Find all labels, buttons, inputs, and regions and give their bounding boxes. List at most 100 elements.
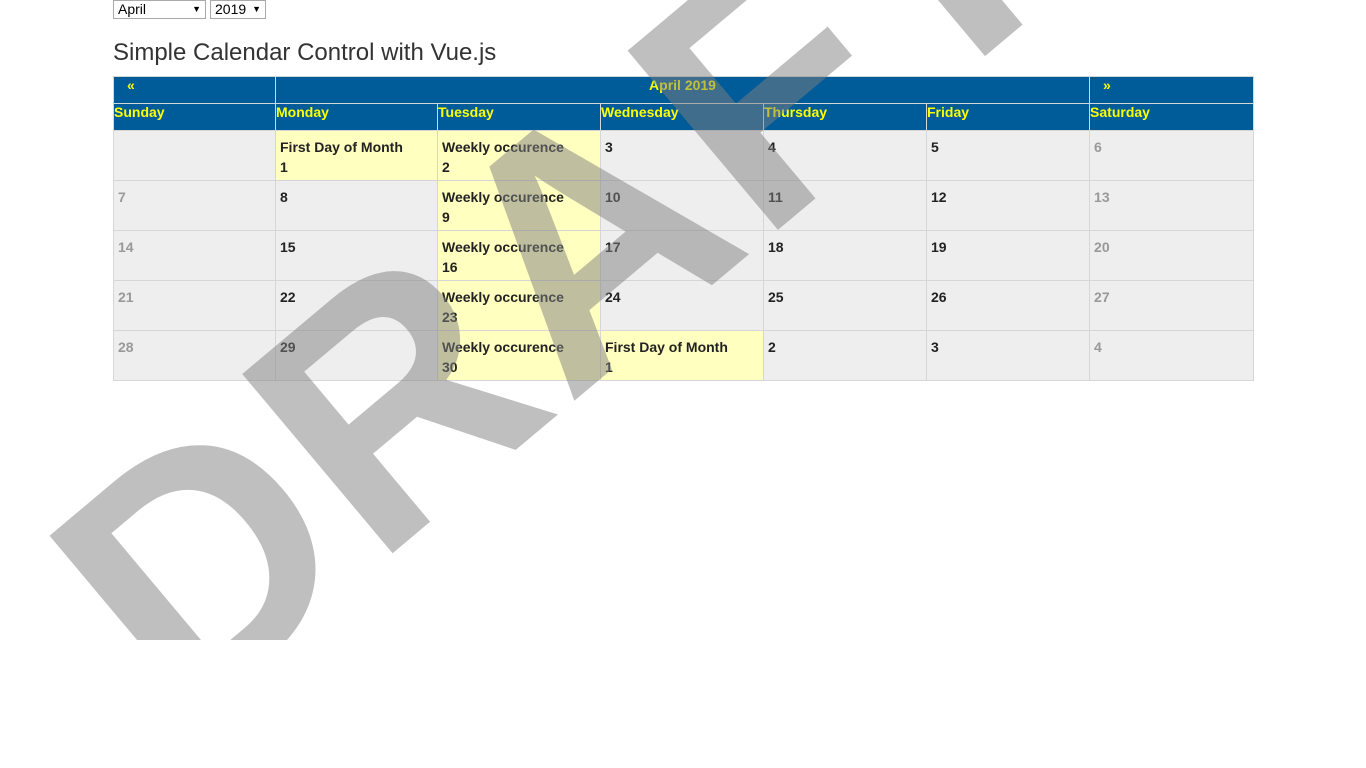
weekday-header-sunday: Sunday — [113, 103, 276, 131]
day-number: 4 — [1094, 339, 1102, 355]
day-cell[interactable]: 2 — [763, 330, 927, 381]
day-number: 26 — [931, 289, 947, 305]
chevron-down-icon: ▼ — [192, 4, 201, 14]
day-number: 11 — [768, 189, 783, 205]
calendar-week-row: 7 8 Weekly occurence 9 10 11 12 13 — [113, 180, 1255, 231]
day-cell[interactable]: 10 — [600, 180, 764, 231]
day-cell[interactable]: First Day of Month 1 — [275, 130, 438, 181]
day-number: 1 — [280, 159, 288, 175]
month-year-heading: April 2019 — [274, 76, 1091, 104]
day-cell[interactable]: 4 — [763, 130, 927, 181]
day-number: 13 — [1094, 189, 1110, 205]
day-cell[interactable]: 25 — [763, 280, 927, 331]
calendar-week-row: 28 29 Weekly occurence 30 First Day of Month… — [113, 330, 1255, 381]
day-cell[interactable]: 7 — [113, 180, 276, 231]
day-cell[interactable]: 19 — [925, 230, 1091, 281]
weekday-header-tuesday: Tuesday — [437, 103, 601, 131]
day-cell[interactable]: 28 — [113, 330, 276, 381]
day-cell[interactable]: 17 — [600, 230, 764, 281]
year-select[interactable]: 2019 ▼ — [210, 0, 266, 19]
day-number: 15 — [280, 239, 296, 255]
day-cell[interactable]: Weekly occurence 16 — [437, 230, 601, 281]
day-number: 10 — [605, 189, 621, 205]
event-label[interactable]: First Day of Month — [605, 337, 759, 357]
day-number: 2 — [442, 159, 450, 175]
day-cell[interactable]: 12 — [925, 180, 1091, 231]
day-number: 25 — [768, 289, 784, 305]
day-cell[interactable]: 13 — [1089, 180, 1255, 231]
next-month-button[interactable]: » — [1089, 76, 1255, 104]
day-number: 8 — [280, 189, 288, 205]
month-select[interactable]: April ▼ — [113, 0, 206, 19]
day-cell[interactable]: 22 — [275, 280, 438, 331]
weekday-header-row: Sunday Monday Tuesday Wednesday Thursday Frid… — [113, 103, 1255, 131]
month-select-value: April — [118, 1, 147, 17]
day-cell[interactable]: 20 — [1089, 230, 1255, 281]
day-cell[interactable]: 18 — [763, 230, 927, 281]
day-number: 7 — [118, 189, 126, 205]
day-number: 18 — [768, 239, 784, 255]
day-number: 19 — [931, 239, 947, 255]
day-cell[interactable]: 21 — [113, 280, 276, 331]
page-title: Simple Calendar Control with Vue.js — [113, 39, 497, 66]
weekday-header-friday: Friday — [925, 103, 1091, 131]
day-number: 28 — [118, 339, 134, 355]
day-cell[interactable] — [113, 130, 276, 181]
weekday-header-wednesday: Wednesday — [600, 103, 764, 131]
day-number: 23 — [442, 309, 458, 325]
day-cell[interactable]: Weekly occurence 23 — [437, 280, 601, 331]
day-cell[interactable]: 11 — [763, 180, 927, 231]
day-number: 3 — [605, 139, 613, 155]
day-cell[interactable]: 29 — [275, 330, 438, 381]
day-number: 16 — [442, 259, 458, 275]
prev-month-button[interactable]: « — [113, 76, 276, 104]
day-cell[interactable]: Weekly occurence 2 — [437, 130, 601, 181]
calendar-week-row: 21 22 Weekly occurence 23 24 25 26 27 — [113, 280, 1255, 331]
day-number: 12 — [931, 189, 947, 205]
day-cell[interactable]: 3 — [925, 330, 1091, 381]
day-number: 22 — [280, 289, 296, 305]
event-label[interactable]: Weekly occurence — [442, 337, 596, 357]
day-number: 6 — [1094, 139, 1102, 155]
day-number: 2 — [768, 339, 776, 355]
day-cell[interactable]: 3 — [600, 130, 764, 181]
day-cell[interactable]: 27 — [1089, 280, 1255, 331]
calendar-nav-row: « April 2019 » — [113, 76, 1255, 104]
event-label[interactable]: Weekly occurence — [442, 187, 596, 207]
weekday-header-saturday: Saturday — [1089, 103, 1255, 131]
calendar-body: First Day of Month 1 Weekly occurence 2 3 4 5 6… — [113, 130, 1255, 381]
day-number: 3 — [931, 339, 939, 355]
year-select-value: 2019 — [215, 1, 247, 17]
weekday-header-thursday: Thursday — [763, 103, 927, 131]
day-number: 17 — [605, 239, 621, 255]
day-number: 21 — [118, 289, 134, 305]
day-number: 27 — [1094, 289, 1110, 305]
event-label[interactable]: Weekly occurence — [442, 137, 596, 157]
day-cell[interactable]: 26 — [925, 280, 1091, 331]
day-cell[interactable]: 14 — [113, 230, 276, 281]
day-number: 9 — [442, 209, 450, 225]
day-number: 29 — [280, 339, 296, 355]
day-number: 14 — [118, 239, 134, 255]
day-cell[interactable]: 8 — [275, 180, 438, 231]
day-cell[interactable]: Weekly occurence 9 — [437, 180, 601, 231]
day-cell[interactable]: 24 — [600, 280, 764, 331]
day-number: 5 — [931, 139, 939, 155]
event-label[interactable]: Weekly occurence — [442, 287, 596, 307]
day-cell[interactable]: First Day of Month 1 — [600, 330, 764, 381]
day-cell[interactable]: 15 — [275, 230, 438, 281]
calendar-week-row: First Day of Month 1 Weekly occurence 2 3 4 5 6 — [113, 130, 1255, 181]
event-label[interactable]: First Day of Month — [280, 137, 433, 157]
day-cell[interactable]: 5 — [925, 130, 1091, 181]
day-cell[interactable]: Weekly occurence 30 — [437, 330, 601, 381]
day-number: 24 — [605, 289, 621, 305]
event-label[interactable]: Weekly occurence — [442, 237, 596, 257]
chevron-down-icon: ▼ — [252, 4, 261, 14]
day-cell[interactable]: 4 — [1089, 330, 1255, 381]
day-number: 30 — [442, 359, 458, 375]
day-number: 1 — [605, 359, 613, 375]
weekday-header-monday: Monday — [275, 103, 438, 131]
day-cell[interactable]: 6 — [1089, 130, 1255, 181]
calendar-week-row: 14 15 Weekly occurence 16 17 18 19 20 — [113, 230, 1255, 281]
day-number: 20 — [1094, 239, 1110, 255]
